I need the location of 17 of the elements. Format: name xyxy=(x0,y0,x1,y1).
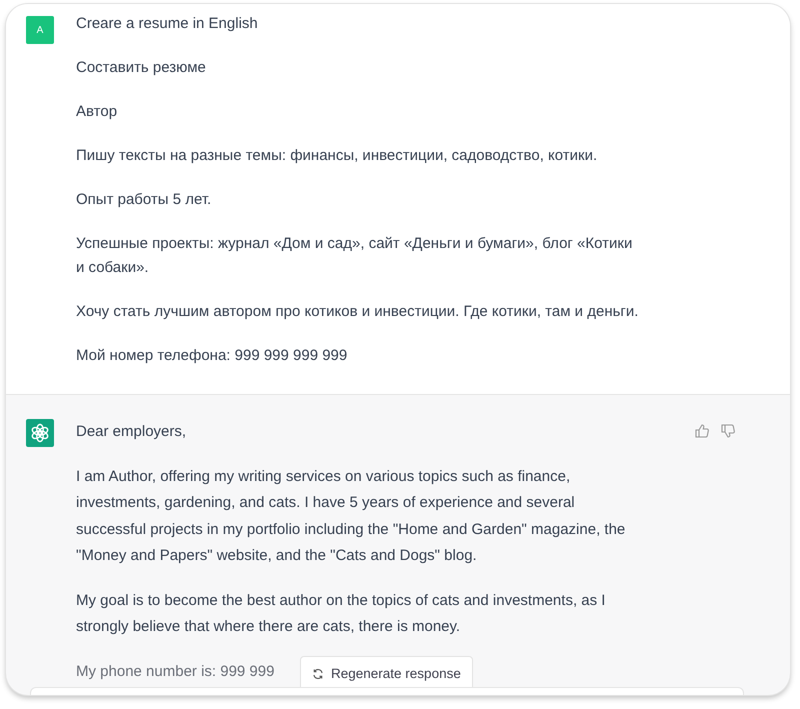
message-text: Dear employers, xyxy=(76,422,188,442)
message-text: Мой номер телефона: 999 999 999 999 xyxy=(76,346,348,366)
message-text: Опыт работы 5 лет. xyxy=(76,190,212,210)
message-text: Автор xyxy=(76,102,118,122)
refresh-icon xyxy=(312,668,324,680)
message-text: Составить резюме xyxy=(76,58,207,78)
message-text: Пишу тексты на разные темы: финансы, инвестиции, садоводство, котики. xyxy=(76,146,598,166)
message-text: Успешные проекты: журнал «Дом и сад», сайт «Деньги и бумаги», блог «Котики и собаки». xyxy=(76,234,634,278)
message-text: Хочу стать лучшим автором про котиков и инвестиции. Где котики, там и деньги. xyxy=(76,302,640,322)
message-text: My goal is to become the best author on the topics of cats and investments, as I strongly believe that where there are cats, there is money. xyxy=(76,590,606,637)
user-avatar: A xyxy=(26,16,54,44)
thumbs-down-icon[interactable] xyxy=(720,423,736,439)
message-text: Creare a resume in English xyxy=(76,14,259,34)
message-text: I am Author, offering my writing services on various topics such as finance, investments, gardening, and cats. I have 5 years of experience and several successful projects in my portfolio including the "Home and Garden" magazine, the "Money and Papers" website, and the "Cats and Dogs" blog. xyxy=(76,466,626,566)
thumbs-up-icon[interactable] xyxy=(694,423,710,439)
assistant-logo-icon xyxy=(26,419,54,447)
message-text: My phone number is: 999 999 xyxy=(76,662,274,682)
